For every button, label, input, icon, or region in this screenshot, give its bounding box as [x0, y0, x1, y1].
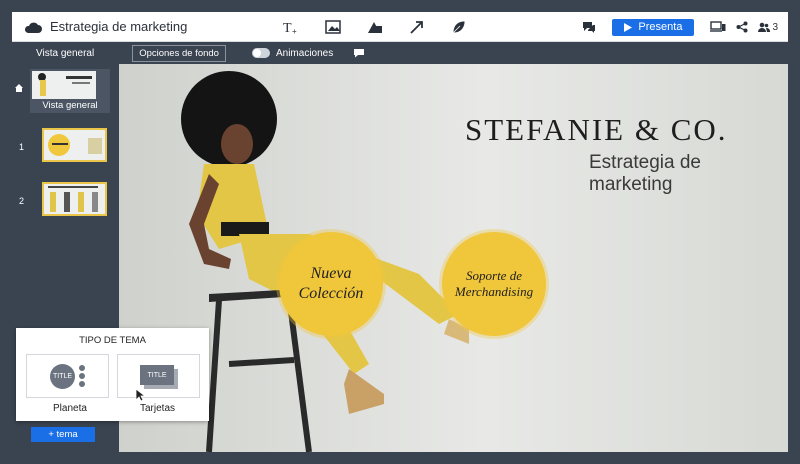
leaf-icon[interactable]	[450, 18, 468, 36]
collaborators-count[interactable]: 3	[758, 22, 778, 33]
play-icon	[624, 22, 633, 32]
slide-subtitle[interactable]: Estrategia de marketing	[589, 152, 788, 196]
overview-thumbnail-image	[32, 71, 96, 99]
theme-option-cards-label: Tarjetas	[140, 403, 176, 414]
topic-circle-merchandising[interactable]: Soporte de Merchandising	[442, 232, 546, 336]
insert-toolbar: T +	[282, 12, 468, 42]
animations-label: Animaciones	[275, 47, 334, 59]
theme-option-planet-label: Planeta	[53, 403, 87, 414]
slide-canvas[interactable]: STEFANIE & CO. Estrategia de marketing N…	[119, 64, 788, 452]
svg-text:T: T	[283, 21, 292, 36]
slide-number: 2	[19, 196, 25, 206]
overview-link[interactable]: Vista general	[36, 48, 94, 59]
cloud-icon[interactable]	[24, 20, 42, 34]
theme-type-panel: TIPO DE TEMA TITLE Planeta TITLE Tarjeta…	[16, 328, 209, 421]
text-icon[interactable]: T +	[282, 18, 300, 36]
overview-thumbnail-label: Vista general	[42, 100, 98, 111]
overview-thumbnail[interactable]: Vista general	[30, 69, 110, 113]
header-right-tools: Presenta 3	[582, 12, 778, 42]
app-header: Estrategia de marketing T + Presenta 3	[12, 12, 788, 42]
background-options-button[interactable]: Opciones de fondo	[132, 44, 226, 62]
sub-toolbar: Vista general Opciones de fondo Animacio…	[12, 42, 788, 64]
svg-text:+: +	[292, 27, 297, 36]
users-icon	[758, 22, 771, 32]
mouse-cursor-icon	[135, 388, 147, 402]
brand-heading[interactable]: STEFANIE & CO.	[465, 112, 728, 148]
device-preview-icon[interactable]	[710, 21, 726, 33]
animations-toggle[interactable]	[251, 48, 270, 58]
theme-option-cards[interactable]: TITLE	[117, 354, 200, 398]
planet-thumb-title: TITLE	[50, 364, 75, 389]
presentation-title[interactable]: Estrategia de marketing	[50, 19, 187, 34]
slide-thumbnail-2[interactable]	[42, 182, 107, 216]
cards-thumb-title: TITLE	[140, 365, 174, 385]
image-icon[interactable]	[324, 18, 342, 36]
add-theme-button[interactable]: + tema	[31, 427, 95, 442]
present-button[interactable]: Presenta	[612, 18, 695, 36]
topic-circle-new-collection[interactable]: Nueva Colección	[279, 232, 383, 336]
shapes-icon[interactable]	[366, 18, 384, 36]
home-icon[interactable]	[15, 84, 23, 92]
slide-thumbnail-1[interactable]	[42, 128, 107, 162]
theme-panel-title: TIPO DE TEMA	[79, 335, 146, 346]
comments-icon[interactable]	[582, 21, 596, 33]
arrow-icon[interactable]	[408, 18, 426, 36]
share-icon[interactable]	[736, 21, 748, 33]
slide-number: 1	[19, 142, 25, 152]
speech-bubble-icon[interactable]	[353, 48, 365, 58]
theme-option-planet[interactable]: TITLE	[26, 354, 109, 398]
